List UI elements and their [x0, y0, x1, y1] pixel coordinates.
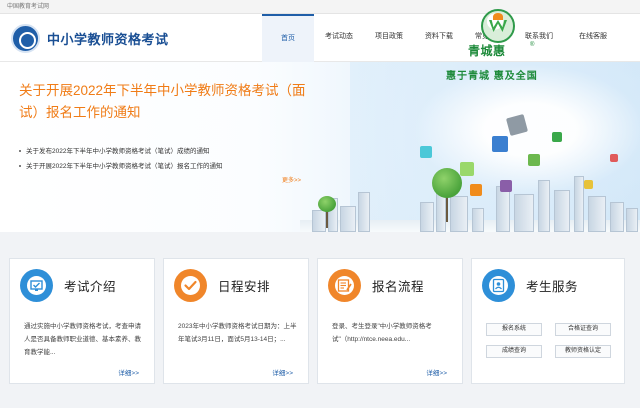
- hero-headline-link[interactable]: 关于开展2022年下半年中小学教师资格考试（面试）报名工作的通知: [19, 80, 311, 124]
- floating-cube-icon: [460, 162, 474, 176]
- floating-cube-icon: [492, 136, 508, 152]
- w-logo-icon: [481, 9, 515, 43]
- card-exam-intro: 考试介绍 通过实施中小学教师资格考试，考查申请人是否具备教师职业道德、基本素养、…: [9, 258, 155, 384]
- card-more-link[interactable]: 详细>>: [118, 367, 139, 377]
- news-item[interactable]: 关于发布2022年下半年中小学教师资格考试（笔试）成绩的通知: [19, 145, 209, 155]
- main-nav: 首页 考试动态 项目政策 资料下载 常见问题 联系我们 在线客服: [262, 14, 622, 62]
- news-item-text: 关于开展2022年下半年中小学教师资格考试（笔试）报名工作的通知: [26, 163, 223, 170]
- card-schedule: 日程安排 2023年中小学教师资格考试日期为：上半年笔试3月11日，面试5月13…: [163, 258, 309, 384]
- floating-cube-icon: [500, 180, 512, 192]
- feature-cards: 考试介绍 通过实施中小学教师资格考试，考查申请人是否具备教师职业道德、基本素养、…: [9, 258, 631, 408]
- card-title[interactable]: 报名流程: [372, 276, 424, 295]
- news-item[interactable]: 关于开展2022年下半年中小学教师资格考试（笔试）报名工作的通知: [19, 160, 222, 170]
- card-title[interactable]: 日程安排: [218, 276, 270, 295]
- teacher-qualification-button[interactable]: 教师资格认定: [555, 345, 611, 358]
- form-edit-icon: [328, 269, 361, 302]
- watermark-slogan: 惠于青城 惠及全国: [446, 71, 538, 82]
- checkmark-icon: [174, 269, 207, 302]
- emblem-icon: [11, 24, 40, 53]
- nav-policy[interactable]: 项目政策: [364, 14, 414, 62]
- site-name-link[interactable]: 中国教育考试网: [7, 4, 49, 10]
- bullet-icon: [19, 165, 21, 168]
- news-item-text: 关于发布2022年下半年中小学教师资格考试（笔试）成绩的通知: [26, 148, 210, 155]
- watermark-name: 青城惠: [468, 44, 506, 58]
- contacts-icon: [482, 269, 515, 302]
- score-query-button[interactable]: 成绩查询: [486, 345, 542, 358]
- floating-cube-icon: [470, 184, 482, 196]
- bullet-icon: [19, 150, 21, 153]
- floating-cube-icon: [528, 154, 540, 166]
- card-more-link[interactable]: 详细>>: [272, 367, 293, 377]
- card-candidate-services: 考生服务 报名系统 合格证查询 成绩查询 教师资格认定: [471, 258, 625, 384]
- card-description: 通过实施中小学教师资格考试，考查申请人是否具备教师职业道德、基本素养、教育教学能…: [24, 323, 141, 356]
- monitor-check-icon: [20, 269, 53, 302]
- registration-system-button[interactable]: 报名系统: [486, 323, 542, 336]
- floating-cube-icon: [610, 154, 618, 162]
- card-registration-process: 报名流程 登录、考生登录"中小学教师资格考试"（http://ntce.neea…: [317, 258, 463, 384]
- floating-cube-icon: [584, 180, 593, 189]
- registered-mark: ®: [530, 42, 535, 48]
- site-logo[interactable]: 中小学教师资格考试: [11, 24, 169, 53]
- nav-online-service[interactable]: 在线客服: [564, 14, 622, 62]
- card-description: 2023年中小学教师资格考试日期为：上半年笔试3月11日，面试5月13-14日；…: [178, 323, 297, 343]
- site-title: 中小学教师资格考试: [47, 32, 169, 47]
- qingchenghui-watermark: 青城惠 ® 惠于青城 惠及全国: [446, 9, 556, 83]
- card-more-link[interactable]: 详细>>: [426, 367, 447, 377]
- card-title[interactable]: 考生服务: [526, 276, 578, 295]
- more-news-link[interactable]: 更多>>: [282, 175, 301, 184]
- floating-cube-icon: [420, 146, 432, 158]
- hero-banner: 关于开展2022年下半年中小学教师资格考试（面试）报名工作的通知 关于发布202…: [0, 62, 640, 232]
- nav-home[interactable]: 首页: [262, 14, 314, 62]
- floating-cube-icon: [552, 132, 562, 142]
- nav-exam-news[interactable]: 考试动态: [314, 14, 364, 62]
- certificate-query-button[interactable]: 合格证查询: [555, 323, 611, 336]
- card-title[interactable]: 考试介绍: [64, 276, 116, 295]
- card-description: 登录、考生登录"中小学教师资格考试"（http://ntce.neea.edu.…: [332, 323, 432, 343]
